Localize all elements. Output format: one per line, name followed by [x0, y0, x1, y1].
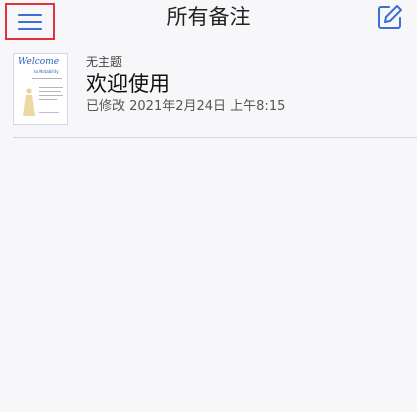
page-title: 所有备注	[166, 5, 251, 29]
thumbnail-text-line	[39, 87, 63, 88]
thumbnail-text-line	[39, 95, 63, 96]
note-title: 欢迎使用	[86, 72, 170, 96]
compose-button[interactable]	[377, 4, 403, 30]
thumbnail-subheading: to Notability	[34, 69, 59, 74]
note-folder-label: 无主题	[86, 55, 123, 69]
thumbnail-heading: Welcome	[18, 57, 60, 67]
note-text: 无主题 欢迎使用 已修改 2021年2月24日 上午8:15	[86, 54, 285, 116]
dress-illustration-icon	[23, 88, 35, 116]
compose-edit-icon	[378, 5, 402, 29]
navigation-bar: 所有备注	[0, 0, 417, 40]
note-thumbnail: Welcome to Notability	[13, 53, 68, 125]
thumbnail-text-line	[39, 91, 61, 92]
thumbnail-text-line	[32, 78, 62, 79]
thumbnail-text-line	[39, 112, 59, 113]
list-item[interactable]: Welcome to Notability 无主题 欢迎使用 已修改 2021年…	[13, 51, 417, 138]
notes-app: 所有备注 Welcome to Notability 无主题 欢迎使用 已修改 …	[0, 0, 417, 412]
note-modified-date: 已修改 2021年2月24日 上午8:15	[86, 99, 286, 114]
thumbnail-text-line	[39, 99, 57, 100]
